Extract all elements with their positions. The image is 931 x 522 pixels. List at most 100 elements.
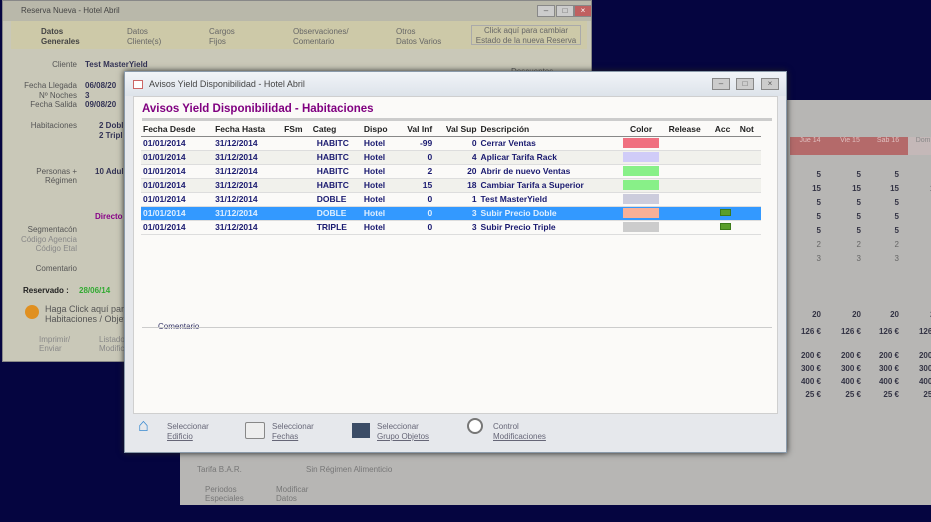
minimize-button[interactable]: – <box>537 5 555 17</box>
color-swatch <box>623 222 660 233</box>
cell-fsm <box>282 220 311 235</box>
cell-hasta: 31/12/2014 <box>213 164 283 179</box>
price-cell: 300 € <box>840 364 861 373</box>
cell-fsm <box>282 192 311 207</box>
codigo-etal-label: Código Etal <box>35 244 77 253</box>
column-header[interactable]: Dispo <box>361 123 398 137</box>
minimize-button[interactable]: – <box>712 78 730 90</box>
regimen-label: Sin Régimen Alimenticio <box>306 465 393 474</box>
column-header[interactable]: Val Sup <box>434 123 479 137</box>
color-swatch <box>623 152 660 163</box>
imprimir-button[interactable]: Imprimir/ Enviar <box>39 335 70 353</box>
table-row[interactable]: 01/01/2014 31/12/2014 DOBLE Hotel 0 3 Subir Pr… <box>141 206 761 221</box>
cell-color <box>615 150 667 165</box>
estado-button[interactable]: Click aquí para cambiar Estado de la nue… <box>471 25 581 45</box>
fecha-llegada-label: Fecha Llegada <box>24 81 77 90</box>
color-swatch <box>623 138 660 149</box>
cell-release <box>666 192 713 207</box>
habitaciones-label: Habitaciones <box>30 121 77 130</box>
column-header[interactable]: Acc <box>712 123 738 137</box>
grid-cell: 3 <box>894 254 899 263</box>
column-header[interactable]: Color <box>615 123 667 137</box>
avisos-yield-dialog: Avisos Yield Disponibilidad - Hotel Abri… <box>124 71 787 453</box>
column-header[interactable]: FSm <box>282 123 311 137</box>
day-header: Jue 14 <box>790 137 830 155</box>
table-row[interactable]: 01/01/2014 31/12/2014 HABITC Hotel 2 20 Abrir … <box>141 164 761 179</box>
maximize-button[interactable]: □ <box>736 78 754 90</box>
price-cell: 126 € <box>878 327 899 336</box>
tab-otros[interactable]: Otros Datos Varios <box>396 27 441 47</box>
cell-dispo: Hotel <box>361 220 398 235</box>
asignar-link[interactable]: Haga Click aquí para Habitaciones / Objet <box>45 304 129 324</box>
grid-cell: 5 <box>816 198 821 207</box>
cell-acc <box>712 178 738 193</box>
codigo-agencia-label: Código Agencia <box>20 235 77 244</box>
close-button[interactable]: × <box>574 5 592 17</box>
cell-desde: 01/01/2014 <box>141 178 214 193</box>
periodos-button[interactable]: Periodos Especiales <box>205 485 245 503</box>
cell-categ: HABITC <box>310 150 362 165</box>
price-cell: 300 € <box>800 364 821 373</box>
cell-release <box>666 206 713 221</box>
grid-cell: 2 <box>903 240 931 249</box>
cell-desc: Cambiar Tarifa a Superior <box>478 178 616 193</box>
reservado-label: Reservado : <box>23 286 69 295</box>
table-row[interactable]: 01/01/2014 31/12/2014 DOBLE Hotel 0 1 Test Mas… <box>141 192 761 207</box>
comentario-label: Comentario <box>35 264 77 273</box>
close-button[interactable]: × <box>761 78 779 90</box>
tab-datos-clientes[interactable]: Datos Cliente(s) <box>127 27 161 47</box>
grid-cell: 3 <box>856 254 861 263</box>
action-icon[interactable] <box>719 209 731 216</box>
price-cell: 25 € <box>845 390 861 399</box>
grid-cell: 5 <box>894 170 899 179</box>
color-swatch <box>623 166 660 177</box>
cell-desc: Subir Precio Doble <box>478 206 616 221</box>
control-modificaciones-button[interactable]: Control Modificaciones <box>467 418 546 442</box>
cell-fsm <box>282 136 311 151</box>
cell-inf: 15 <box>397 178 435 193</box>
seleccionar-edificio-button[interactable]: ⌂ Seleccionar Edificio <box>138 416 209 442</box>
price-cell: 126 € <box>840 327 861 336</box>
grid-cell: 2 <box>816 240 821 249</box>
modificar-datos-button[interactable]: Modificar Datos <box>276 485 316 503</box>
column-header[interactable]: Release <box>666 123 713 137</box>
cell-sup: 0 <box>434 136 479 151</box>
tab-datos-generales[interactable]: Datos Generales <box>41 27 80 47</box>
column-header[interactable]: Descripción <box>478 123 616 137</box>
cell-inf: 0 <box>397 206 435 221</box>
price-cell: 25 € <box>805 390 821 399</box>
hab-triple: 2 Tripl <box>99 131 123 140</box>
table-row[interactable]: 01/01/2014 31/12/2014 HABITC Hotel -99 0 Cerra… <box>141 136 761 151</box>
tab-observaciones[interactable]: Observaciones/Comentario <box>293 27 349 47</box>
maximize-button[interactable]: □ <box>556 5 574 17</box>
cell-color <box>615 206 667 221</box>
total-cell: 20 <box>812 310 821 319</box>
price-cell: 25 € <box>883 390 899 399</box>
cell-release <box>666 150 713 165</box>
cell-acc <box>712 220 738 235</box>
table-row[interactable]: 01/01/2014 31/12/2014 HABITC Hotel 15 18 Cambi… <box>141 178 761 193</box>
tab-cargos-fijos[interactable]: Cargos Fijos <box>209 27 235 47</box>
column-header[interactable]: Categ <box>310 123 362 137</box>
grid-cell: 5 <box>894 212 899 221</box>
column-header[interactable]: Fecha Desde <box>141 123 214 137</box>
cell-desde: 01/01/2014 <box>141 192 214 207</box>
table-row[interactable]: 01/01/2014 31/12/2014 HABITC Hotel 0 4 Aplicar… <box>141 150 761 165</box>
cell-release <box>666 164 713 179</box>
table-row[interactable]: 01/01/2014 31/12/2014 TRIPLE Hotel 0 3 Subir P… <box>141 220 761 235</box>
comentario-divider <box>142 327 772 328</box>
color-swatch <box>623 208 660 219</box>
grid-cell: 5 <box>903 212 931 221</box>
seleccionar-fechas-button[interactable]: Seleccionar Fechas <box>245 422 314 442</box>
cell-acc <box>712 164 738 179</box>
column-header[interactable]: Not <box>737 123 761 137</box>
column-header[interactable]: Val Inf <box>397 123 435 137</box>
cell-color <box>615 220 667 235</box>
seleccionar-grupo-button[interactable]: Seleccionar Grupo Objetos <box>352 422 429 442</box>
price-cell: 200 € <box>840 351 861 360</box>
cell-not <box>737 150 761 165</box>
action-icon[interactable] <box>719 223 731 230</box>
reservado-date: 28/06/14 <box>79 286 111 295</box>
personas: 10 Adul <box>95 167 124 176</box>
column-header[interactable]: Fecha Hasta <box>213 123 283 137</box>
